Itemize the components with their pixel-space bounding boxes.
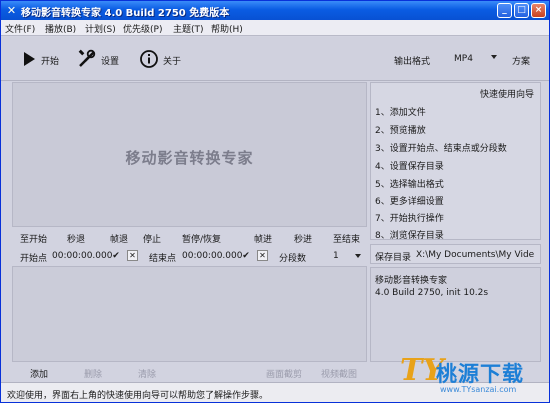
menu-help[interactable]: 帮助(H) [211, 22, 243, 35]
preview-watermark: 移动影音转换专家 [125, 149, 254, 167]
end-point-label: 结束点 [149, 254, 177, 264]
video-preview[interactable]: 移动影音转换专家 [12, 82, 367, 227]
settings-button[interactable]: 设置 [77, 49, 123, 67]
file-actions: 添加 删除 清除 画面截剪 视频截图 [12, 365, 367, 380]
menu-play[interactable]: 播放(B) [45, 22, 76, 35]
preset-button[interactable]: 方案 [512, 54, 530, 67]
logo-url: www.TYsanzai.com [440, 385, 517, 394]
menu-file[interactable]: 文件(F) [5, 22, 35, 35]
guide-step[interactable]: 3、设置开始点、结束点或分段数 [375, 141, 507, 154]
product-version: 4.0 Build 2750, init 10.2s [375, 288, 489, 298]
save-directory-path[interactable]: X:\My Documents\My Videos\ [416, 250, 534, 260]
guide-step[interactable]: 4、设置保存目录 [375, 159, 444, 172]
clear-start-icon[interactable]: ✕ [127, 250, 138, 261]
goto-start-button[interactable]: 至开始 [20, 232, 47, 245]
settings-label: 设置 [101, 57, 120, 67]
clear-button[interactable]: 清除 [138, 367, 156, 380]
confirm-end-icon[interactable]: ✔ [241, 251, 251, 261]
end-time-field[interactable]: 00:00:00.000 [182, 251, 242, 261]
chevron-down-icon[interactable] [491, 55, 497, 59]
product-name: 移动影音转换专家 [375, 276, 448, 286]
quick-guide-panel: 快速使用向导 1、添加文件 2、预览播放 3、设置开始点、结束点或分段数 4、设… [370, 82, 541, 241]
app-icon: ✕ [6, 4, 17, 17]
tools-icon [78, 49, 96, 67]
start-point-label: 开始点 [20, 254, 48, 264]
maximize-button[interactable]: □ [514, 3, 529, 18]
save-directory-label: 保存目录 [375, 253, 412, 263]
add-button[interactable]: 添加 [30, 367, 48, 380]
output-format-label: 输出格式 [394, 57, 431, 67]
info-panel: 移动影音转换专家 4.0 Build 2750, init 10.2s [370, 267, 541, 362]
app-window: ✕ 移动影音转换专家 4.0 Build 2750 免费版本 _ □ × 文件(… [0, 0, 550, 403]
delete-button[interactable]: 删除 [84, 367, 102, 380]
menu-theme[interactable]: 主题(T) [173, 22, 204, 35]
logo-text: 桃源下载 [436, 362, 524, 386]
quick-guide-title[interactable]: 快速使用向导 [480, 87, 534, 100]
crop-frame-button[interactable]: 画面截剪 [266, 367, 302, 380]
status-message: 欢迎使用，界面右上角的快速使用向导可以帮助您了解操作步骤。 [7, 391, 269, 401]
marker-row: 开始点 00:00:00.000 ✔ ✕ 结束点 00:00:00.000 ✔ … [12, 247, 367, 265]
info-icon [140, 50, 158, 68]
clear-end-icon[interactable]: ✕ [257, 250, 268, 261]
guide-step[interactable]: 7、开始执行操作 [375, 211, 444, 224]
guide-step[interactable]: 1、添加文件 [375, 105, 426, 118]
segments-select[interactable]: 1 [333, 251, 339, 261]
site-logo: TY 桃源下载 www.TYsanzai.com [400, 353, 546, 399]
goto-end-button[interactable]: 至结束 [333, 232, 360, 245]
title-bar: ✕ 移动影音转换专家 4.0 Build 2750 免费版本 _ □ × [1, 1, 549, 20]
file-list[interactable] [12, 266, 367, 362]
screenshot-button[interactable]: 视频截图 [321, 367, 357, 380]
play-icon [24, 52, 35, 66]
guide-step[interactable]: 8、浏览保存目录 [375, 228, 444, 241]
menu-schedule[interactable]: 计划(S) [85, 22, 116, 35]
guide-step[interactable]: 5、选择输出格式 [375, 177, 444, 190]
start-time-field[interactable]: 00:00:00.000 [52, 251, 112, 261]
about-button[interactable]: 关于 [139, 50, 185, 68]
close-button[interactable]: × [531, 3, 546, 18]
start-label: 开始 [41, 57, 60, 67]
about-label: 关于 [163, 57, 182, 67]
segments-label: 分段数 [279, 254, 307, 264]
guide-step[interactable]: 6、更多详细设置 [375, 194, 444, 207]
step-forward-second-button[interactable]: 秒进 [294, 232, 312, 245]
output-format-select[interactable]: MP4 [454, 54, 473, 64]
step-back-second-button[interactable]: 秒退 [67, 232, 85, 245]
step-forward-frame-button[interactable]: 帧进 [254, 232, 272, 245]
minimize-button[interactable]: _ [497, 3, 512, 18]
stop-button[interactable]: 停止 [143, 232, 161, 245]
playback-controls: 至开始 秒退 帧退 停止 暂停/恢复 帧进 秒进 至结束 [12, 230, 367, 245]
menu-priority[interactable]: 优先级(P) [123, 22, 162, 35]
step-back-frame-button[interactable]: 帧退 [110, 232, 128, 245]
toolbar: 开始 设置 关于 输出格式 MP4 方案 [1, 37, 549, 81]
guide-step[interactable]: 2、预览播放 [375, 123, 426, 136]
pause-resume-button[interactable]: 暂停/恢复 [182, 232, 221, 245]
save-directory: 保存目录 X:\My Documents\My Videos\ [370, 244, 541, 264]
start-button[interactable]: 开始 [21, 51, 61, 67]
menu-bar: 文件(F) 播放(B) 计划(S) 优先级(P) 主题(T) 帮助(H) [1, 20, 549, 36]
confirm-start-icon[interactable]: ✔ [111, 251, 121, 261]
window-title: 移动影音转换专家 4.0 Build 2750 免费版本 [21, 8, 230, 19]
chevron-down-icon[interactable] [355, 254, 361, 258]
